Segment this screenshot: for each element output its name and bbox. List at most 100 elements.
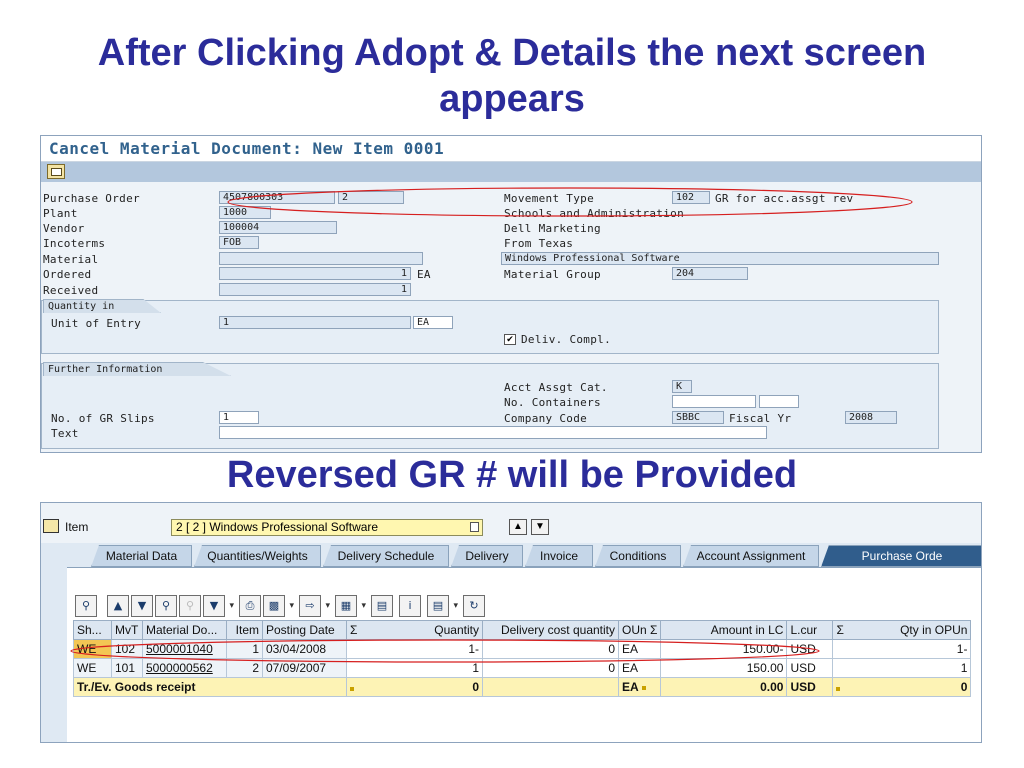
item-select-value: 2 [ 2 ] Windows Professional Software (176, 520, 379, 534)
tab-invoice[interactable]: Invoice (525, 545, 593, 567)
text-label: Text (51, 427, 79, 440)
cell-oun: EA (617, 639, 662, 659)
tab-delivery-schedule[interactable]: Delivery Schedule (323, 545, 449, 567)
filter-icon[interactable]: ▼ (203, 595, 234, 617)
summary-qty-in-opun: 0 (832, 677, 972, 697)
text-field[interactable] (219, 426, 767, 439)
cell-sh[interactable]: WE (73, 658, 112, 678)
sort-descending-icon[interactable]: ▼ (131, 595, 153, 617)
total-marker-icon (350, 687, 354, 691)
vendor-field[interactable]: 100004 (219, 221, 337, 234)
cell-quantity: 1- (346, 639, 483, 659)
grid-header-row: Sh... MvT Material Do... Item Posting Da… (73, 620, 972, 640)
vendor-description: Dell Marketing (504, 222, 601, 235)
next-item-button[interactable]: ▼ (531, 519, 549, 535)
layout-icon[interactable]: ▦ (335, 595, 366, 617)
grid-toolbar: ⚲ ▲ ▼ ⚲ ⚲ ▼ ⎙ ▩ ⇨ ▦ ▤ i ▤ ↻ (75, 595, 635, 621)
fiscal-yr-field[interactable]: 2008 (845, 411, 897, 424)
total-marker-icon (641, 685, 646, 690)
find-icon[interactable]: ⚲ (155, 595, 177, 617)
summary-oun-value: EA (622, 680, 639, 694)
table-row[interactable]: WE 102 5000001040 1 03/04/2008 1- 0 EA 1… (73, 639, 972, 659)
item-folder-icon[interactable] (43, 519, 59, 533)
column-header-quantity[interactable]: Σ Quantity (346, 620, 483, 640)
tab-account-assignment[interactable]: Account Assignment (683, 545, 819, 567)
column-header-posting-date[interactable]: Posting Date (262, 620, 347, 640)
purchase-order-item-field[interactable]: 2 (338, 191, 404, 204)
information-icon[interactable]: i (399, 595, 421, 617)
po-history-grid: Sh... MvT Material Do... Item Posting Da… (73, 620, 972, 697)
purchase-order-item-screen: Item 2 [ 2 ] Windows Professional Softwa… (40, 502, 982, 743)
column-header-material-doc[interactable]: Material Do... (142, 620, 227, 640)
sort-ascending-icon[interactable]: ▲ (107, 595, 129, 617)
no-containers-extra-field[interactable] (759, 395, 799, 408)
summary-qty-in-opun-value: 0 (960, 680, 968, 694)
company-code-field[interactable]: SBBC (672, 411, 724, 424)
acct-assgt-cat-field[interactable]: K (672, 380, 692, 393)
incoterms-description: From Texas (504, 237, 574, 250)
view-icon[interactable]: ▩ (263, 595, 294, 617)
tab-purchase-order-history[interactable]: Purchase Orde (821, 545, 981, 567)
table-row[interactable]: WE 101 5000000562 2 07/09/2007 1 0 EA 15… (73, 658, 972, 678)
no-containers-field[interactable] (672, 395, 756, 408)
print-icon[interactable]: ⎙ (239, 595, 261, 617)
material-label: Material (43, 253, 99, 266)
refresh-icon[interactable]: ↻ (463, 595, 485, 617)
column-header-sh[interactable]: Sh... (73, 620, 112, 640)
column-header-quantity-label: Quantity (434, 623, 479, 637)
item-select[interactable]: 2 [ 2 ] Windows Professional Software (171, 519, 483, 536)
quantity-in-group (41, 300, 939, 354)
material-doc-link[interactable]: 5000000562 (142, 658, 227, 678)
received-quantity-field[interactable]: 1 (219, 283, 411, 296)
quantity-in-tab: Quantity in (43, 299, 161, 313)
deliv-compl-checkbox[interactable]: ✔ (504, 334, 516, 345)
unit-of-entry-unit-field[interactable]: EA (413, 316, 453, 329)
find-next-icon: ⚲ (179, 595, 201, 617)
incoterms-field[interactable]: FOB (219, 236, 259, 249)
purchase-order-field[interactable]: 4507800303 (219, 191, 335, 204)
movement-type-field[interactable]: 102 (672, 191, 710, 204)
material-field[interactable] (219, 252, 423, 265)
purchase-order-label: Purchase Order (43, 192, 140, 205)
screen-header: Cancel Material Document: New Item 0001 (41, 136, 981, 162)
cell-item: 1 (226, 639, 263, 659)
export-icon[interactable]: ⇨ (299, 595, 330, 617)
slide-subtitle: Reversed GR # will be Provided (226, 454, 798, 496)
item-label: Item (65, 520, 89, 534)
material-doc-link[interactable]: 5000001040 (142, 639, 227, 659)
plant-field[interactable]: 1000 (219, 206, 271, 219)
gr-slips-label: No. of GR Slips (51, 412, 155, 425)
column-header-lcur[interactable]: L.cur (786, 620, 834, 640)
tab-delivery[interactable]: Delivery (451, 545, 523, 567)
tab-quantities-weights[interactable]: Quantities/Weights (194, 545, 321, 567)
cell-delivery-cost-quantity: 0 (482, 658, 619, 678)
tab-conditions[interactable]: Conditions (595, 545, 681, 567)
column-header-delivery-cost-quantity[interactable]: Delivery cost quantity (482, 620, 619, 640)
sum-icon: Σ (836, 623, 844, 637)
previous-item-button[interactable]: ▲ (509, 519, 527, 535)
column-header-oun[interactable]: OUn Σ (617, 620, 662, 640)
ordered-quantity-field[interactable]: 1 (219, 267, 411, 280)
column-header-item[interactable]: Item (226, 620, 263, 640)
column-header-oun-label: OUn (622, 623, 647, 637)
column-header-amount-in-lc[interactable]: Amount in LC (660, 620, 788, 640)
dropdown-icon[interactable] (470, 522, 479, 532)
cell-sh[interactable]: WE (73, 639, 112, 659)
slide-title: After Clicking Adopt & Details the next … (97, 32, 927, 120)
unit-of-entry-field[interactable]: 1 (219, 316, 411, 329)
details-icon[interactable]: ⚲ (75, 595, 97, 617)
details-icon[interactable] (47, 164, 65, 179)
company-code-label: Company Code (504, 412, 588, 425)
plant-description: Schools and Administration (504, 207, 684, 220)
cell-qty-in-opun: 1 (832, 658, 972, 678)
column-header-qty-in-opun[interactable]: Σ Qty in OPUn (832, 620, 972, 640)
gr-slips-field[interactable]: 1 (219, 411, 259, 424)
column-header-mvt[interactable]: MvT (111, 620, 143, 640)
material-group-field[interactable]: 204 (672, 267, 748, 280)
unit-of-entry-label: Unit of Entry (51, 317, 141, 330)
movement-type-text: GR for acc.assgt rev (715, 192, 854, 205)
summary-amount-in-lc: 0.00 (660, 677, 788, 697)
tab-material-data[interactable]: Material Data (91, 545, 192, 567)
abc-analysis-icon[interactable]: ▤ (427, 595, 458, 617)
graphic-icon[interactable]: ▤ (371, 595, 393, 617)
